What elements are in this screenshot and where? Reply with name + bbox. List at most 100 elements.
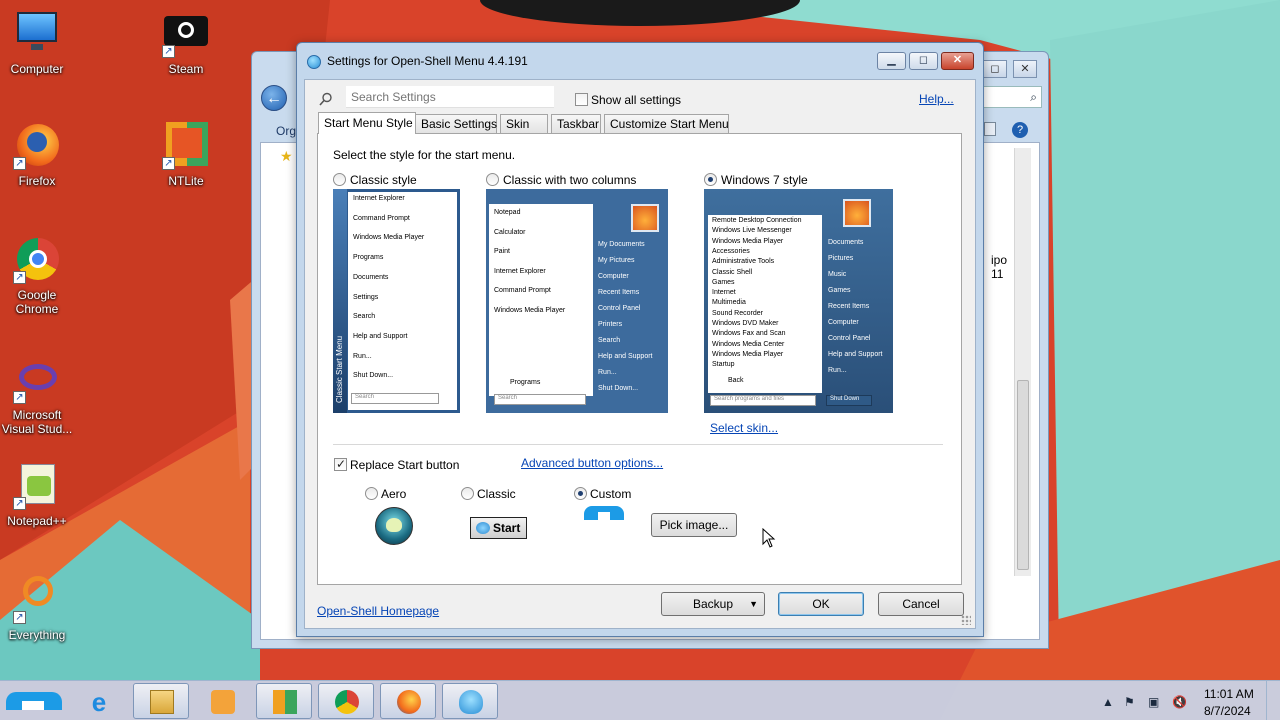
preview-menu-item: Command Prompt <box>494 287 551 294</box>
desktop-icon-chrome[interactable]: ↗ Google Chrome <box>0 236 77 316</box>
preview-pane-icon[interactable] <box>984 122 996 136</box>
replace-start-button-checkbox[interactable]: Replace Start button <box>334 457 459 472</box>
firefox-icon: ↗ <box>13 122 61 170</box>
start-menu-style-panel: Select the style for the start menu. Cla… <box>317 133 962 585</box>
tab-basic-settings[interactable]: Basic Settings <box>415 114 497 133</box>
dialog-titlebar[interactable]: Settings for Open-Shell Menu 4.4.191 ▁ ◻… <box>297 43 983 79</box>
taskbar-ie[interactable]: e <box>70 683 126 719</box>
help-icon[interactable]: ? <box>1012 122 1028 138</box>
bg-scrollbar-thumb[interactable] <box>1017 380 1029 570</box>
clock-time[interactable]: 11:01 AM <box>1204 687 1254 701</box>
radio-button[interactable] <box>333 173 346 187</box>
taskbar-media-player[interactable] <box>194 683 250 719</box>
action-center-flag-icon[interactable]: ⚑ <box>1124 695 1135 709</box>
preview-menu-item: Windows Media Player <box>712 237 784 245</box>
preview-menu-item: Windows Media Center <box>712 340 785 348</box>
checkbox-box[interactable] <box>334 457 347 472</box>
windows7-style-radio[interactable]: Windows 7 style <box>704 172 808 187</box>
preview-menu-item: Administrative Tools <box>712 258 775 266</box>
desktop-icon-label: Steam <box>168 62 204 76</box>
taskbar-file-explorer[interactable] <box>133 683 189 719</box>
ok-button[interactable]: OK <box>778 592 864 616</box>
preview-menu-item: Windows Live Messenger <box>712 227 792 235</box>
search-settings-input[interactable] <box>346 86 554 108</box>
clock-date[interactable]: 8/7/2024 <box>1204 704 1251 718</box>
show-desktop-button[interactable] <box>1266 681 1280 720</box>
show-hidden-icons-icon[interactable]: ▲ <box>1102 695 1114 709</box>
organize-menu[interactable]: Org <box>276 124 296 138</box>
radio-button[interactable] <box>486 173 499 187</box>
backup-button[interactable]: Backup ▼ <box>661 592 765 616</box>
preview-menu-item: Internet Explorer <box>353 195 405 202</box>
checkbox-box[interactable] <box>575 93 588 107</box>
custom-button-radio[interactable]: Custom <box>574 486 631 501</box>
preview-menu-item: Command Prompt <box>353 214 410 222</box>
desktop-icon-computer[interactable]: Computer <box>0 10 77 76</box>
preview-menu-item: Windows Fax and Scan <box>712 330 786 338</box>
desktop-icon-label: Everything <box>8 628 66 642</box>
tab-skin[interactable]: Skin <box>500 114 548 133</box>
tab-taskbar[interactable]: Taskbar <box>551 114 601 133</box>
bg-scrollbar[interactable] <box>1014 148 1031 576</box>
classic-style-preview[interactable]: Classic Start Menu Internet Explorer Comm… <box>333 189 460 413</box>
taskbar-ntlite[interactable] <box>256 683 312 719</box>
select-skin-link[interactable]: Select skin... <box>710 421 778 435</box>
preview-menu-item: Calculator <box>494 228 526 236</box>
radio-button[interactable] <box>365 487 378 501</box>
classic-two-columns-radio[interactable]: Classic with two columns <box>486 172 636 187</box>
bg-close-button[interactable]: ✕ <box>1013 60 1037 78</box>
computer-icon <box>13 10 61 58</box>
select-style-label: Select the style for the start menu. <box>333 148 516 162</box>
internet-explorer-icon: e <box>91 687 107 717</box>
cancel-button[interactable]: Cancel <box>878 592 964 616</box>
minimize-button[interactable]: ▁ <box>877 52 906 70</box>
radio-button[interactable] <box>461 487 474 501</box>
taskbar-open-shell[interactable] <box>442 683 498 719</box>
help-link[interactable]: Help... <box>919 92 954 106</box>
taskbar-chrome[interactable] <box>318 683 374 719</box>
classic-style-radio[interactable]: Classic style <box>333 172 417 187</box>
close-button[interactable]: ✕ <box>941 52 974 70</box>
desktop-icon-ntlite[interactable]: ↗ NTLite <box>146 122 226 188</box>
pick-image-button[interactable]: Pick image... <box>651 513 737 537</box>
tab-customize-start-menu[interactable]: Customize Start Menu <box>604 114 729 133</box>
aero-button-radio[interactable]: Aero <box>365 486 406 501</box>
preview-menu-item: Internet Explorer <box>494 267 546 275</box>
windows7-style-preview[interactable]: Remote Desktop Connection Windows Live Me… <box>704 189 893 413</box>
open-shell-homepage-link[interactable]: Open-Shell Homepage <box>317 604 439 618</box>
notepadpp-icon: ↗ <box>13 462 61 510</box>
preview-menu-item: Settings <box>353 293 379 301</box>
open-shell-icon <box>307 55 321 69</box>
preview-menu-item: Shut Down... <box>353 372 394 380</box>
divider <box>333 444 943 445</box>
classic-preview-search: Search <box>351 393 439 404</box>
volume-muted-icon[interactable]: 🔇 <box>1172 695 1187 709</box>
desktop-icon-everything[interactable]: ↗ Everything <box>0 576 77 642</box>
advanced-button-options-link[interactable]: Advanced button options... <box>521 456 663 470</box>
user-picture-icon <box>631 204 659 232</box>
network-icon[interactable]: ▣ <box>1148 695 1159 709</box>
preview-menu-item: Windows Media Player <box>712 350 784 358</box>
two-columns-preview[interactable]: Notepad Calculator Paint Internet Explorer C… <box>486 189 668 413</box>
show-all-settings-checkbox[interactable]: Show all settings <box>575 92 681 107</box>
ntlite-icon <box>273 690 297 714</box>
desktop-icon-steam[interactable]: ↗ Steam <box>146 10 226 76</box>
desktop-icon-visual-studio[interactable]: ↗ Microsoft Visual Stud... <box>0 356 77 436</box>
classic-button-radio[interactable]: Classic <box>461 486 516 501</box>
desktop-icon-notepadpp[interactable]: ↗ Notepad++ <box>0 462 77 528</box>
back-arrow-icon[interactable]: ← <box>261 85 287 111</box>
bg-restore-button[interactable]: ◻ <box>983 60 1007 78</box>
bg-search-box[interactable]: ⌕ <box>982 86 1042 108</box>
resize-grip-icon[interactable] <box>961 615 971 625</box>
preview-menu-item: Windows DVD Maker <box>712 320 779 327</box>
radio-button[interactable] <box>704 173 717 187</box>
tab-start-menu-style[interactable]: Start Menu Style <box>318 112 416 134</box>
radio-button[interactable] <box>574 487 587 501</box>
maximize-button[interactable]: ◻ <box>909 52 938 70</box>
preview-menu-item: Music <box>828 271 847 278</box>
start-button[interactable] <box>0 681 66 720</box>
taskbar-firefox[interactable] <box>380 683 436 719</box>
desktop-icon-label: NTLite <box>168 174 204 188</box>
preview-menu-item: Printers <box>598 321 623 328</box>
desktop-icon-firefox[interactable]: ↗ Firefox <box>0 122 77 188</box>
